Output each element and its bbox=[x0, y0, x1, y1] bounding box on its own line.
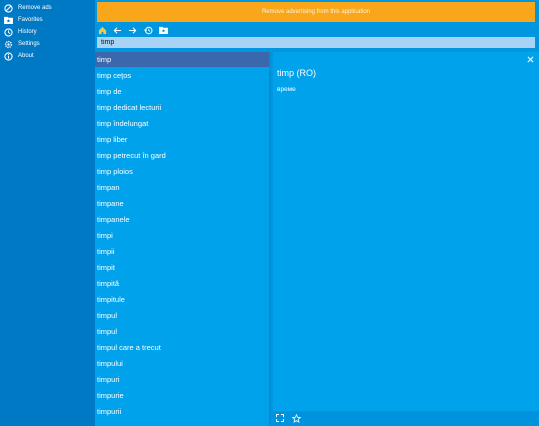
list-item[interactable]: timp bbox=[95, 52, 269, 67]
toolbar bbox=[95, 24, 539, 38]
close-icon[interactable] bbox=[525, 54, 535, 64]
list-item[interactable]: timp liber bbox=[95, 132, 269, 147]
list-item[interactable]: timpanele bbox=[95, 212, 269, 227]
list-item[interactable]: timpurii bbox=[95, 404, 269, 419]
list-item[interactable]: timpitule bbox=[95, 292, 269, 307]
list-item[interactable]: timpul bbox=[95, 324, 269, 339]
folder-star-icon bbox=[3, 15, 13, 25]
list-item[interactable]: timpului bbox=[95, 356, 269, 371]
gear-icon bbox=[3, 39, 13, 49]
list-item[interactable]: timpi bbox=[95, 228, 269, 243]
list-item[interactable]: timpuri bbox=[95, 372, 269, 387]
back-arrow-icon[interactable] bbox=[111, 24, 123, 36]
sidebar-item-label: Favorites bbox=[18, 17, 43, 23]
detail-title: timp (RO) bbox=[277, 68, 316, 78]
list-item[interactable]: timpul care a trecut bbox=[95, 340, 269, 355]
info-icon bbox=[3, 51, 13, 61]
sidebar: Remove ads Favorites History Settings Ab… bbox=[0, 0, 95, 426]
list-item[interactable]: timpită bbox=[95, 276, 269, 291]
folder-star-icon[interactable] bbox=[157, 24, 169, 36]
sidebar-item-label: About bbox=[18, 53, 34, 59]
sidebar-item-label: Remove ads bbox=[18, 5, 52, 11]
results-list: timp timp ceţos timp de timp dedicat lec… bbox=[95, 52, 271, 426]
scrollbar[interactable] bbox=[269, 52, 271, 426]
list-item[interactable]: timpan bbox=[95, 180, 269, 195]
history-icon[interactable] bbox=[142, 24, 154, 36]
list-item[interactable]: timp îndelungat bbox=[95, 116, 269, 131]
list-item[interactable]: timp ceţos bbox=[95, 68, 269, 83]
detail-footer bbox=[273, 411, 539, 426]
list-item[interactable]: timp petrecut în gard bbox=[95, 148, 269, 163]
forward-arrow-icon[interactable] bbox=[126, 24, 138, 36]
list-item[interactable]: timpit bbox=[95, 260, 269, 275]
list-item[interactable]: timpane bbox=[95, 196, 269, 211]
sidebar-item-history[interactable]: History bbox=[0, 26, 95, 38]
sidebar-item-settings[interactable]: Settings bbox=[0, 38, 95, 50]
fullscreen-icon[interactable] bbox=[275, 413, 285, 423]
sidebar-item-label: History bbox=[18, 29, 37, 35]
sidebar-item-about[interactable]: About bbox=[0, 50, 95, 62]
list-item[interactable]: timp ploios bbox=[95, 164, 269, 179]
home-icon[interactable] bbox=[96, 24, 108, 36]
list-item[interactable]: timpul bbox=[95, 308, 269, 323]
search-input[interactable] bbox=[97, 37, 535, 48]
sidebar-item-favorites[interactable]: Favorites bbox=[0, 14, 95, 26]
sidebar-item-label: Settings bbox=[18, 41, 40, 47]
history-icon bbox=[3, 27, 13, 37]
main-panel: Remove advertising from this application… bbox=[95, 0, 539, 426]
translation-text: време bbox=[277, 86, 296, 93]
detail-panel: timp (RO) време bbox=[273, 52, 539, 426]
list-item[interactable]: timpurie bbox=[95, 388, 269, 403]
list-item[interactable]: timp de bbox=[95, 84, 269, 99]
block-icon bbox=[3, 3, 13, 13]
list-item[interactable]: timpii bbox=[95, 244, 269, 259]
star-icon[interactable] bbox=[291, 413, 301, 423]
list-item[interactable]: timp dedicat lecturii bbox=[95, 100, 269, 115]
sidebar-item-remove-ads[interactable]: Remove ads bbox=[0, 2, 95, 14]
ad-banner[interactable]: Remove advertising from this application bbox=[97, 2, 535, 22]
